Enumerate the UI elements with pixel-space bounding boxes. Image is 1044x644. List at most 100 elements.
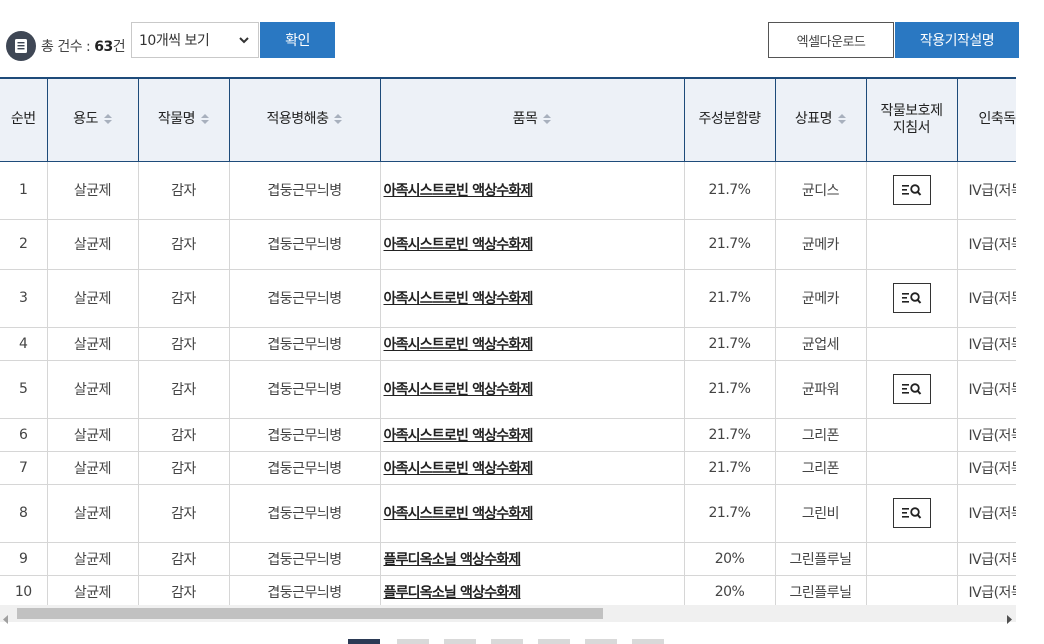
product-link[interactable]: 아족시스트로빈 액상수화제	[384, 506, 534, 522]
cell-usage: 살균제	[47, 418, 139, 452]
header-target[interactable]: 적용병해충	[229, 79, 381, 162]
header-crop-label: 작물명	[157, 111, 196, 128]
sort-icon[interactable]	[103, 113, 112, 125]
cell-target: 겹둥근무늬병	[229, 161, 381, 220]
guide-view-button[interactable]	[892, 175, 931, 205]
excel-download-button[interactable]: 엑셀다운로드	[768, 22, 894, 58]
sort-icon[interactable]	[838, 113, 847, 125]
pagination-item[interactable]	[632, 639, 664, 644]
header-no-label: 순번	[10, 111, 36, 128]
product-link[interactable]: 아족시스트로빈 액상수화제	[384, 237, 534, 253]
document-search-icon	[901, 382, 923, 396]
document-search-icon	[901, 506, 923, 520]
cell-grade: IV급(저독성)	[957, 484, 1016, 543]
header-grade: 인축독성	[957, 79, 1016, 162]
cell-no: 6	[0, 418, 48, 452]
confirm-button[interactable]: 확인	[260, 22, 335, 58]
pagination-item[interactable]	[585, 639, 617, 644]
table-row: 10살균제감자겹둥근무늬병플루디옥소닐 액상수화제 20%그린플루닐 IV급(저독성…	[0, 575, 1016, 607]
cell-usage: 살균제	[47, 327, 139, 361]
cell-guide	[866, 269, 958, 328]
cell-product: 아족시스트로빈 액상수화제	[380, 360, 685, 419]
header-brand[interactable]: 상표명	[775, 79, 867, 162]
cell-content: 21.7%	[684, 327, 776, 361]
cell-content: 21.7%	[684, 161, 776, 220]
sort-icon[interactable]	[201, 113, 210, 125]
cell-product: 아족시스트로빈 액상수화제	[380, 418, 685, 452]
cell-no: 10	[0, 575, 48, 607]
cell-target: 겹둥근무늬병	[229, 269, 381, 328]
cell-usage: 살균제	[47, 269, 139, 328]
cell-product: 아족시스트로빈 액상수화제	[380, 451, 685, 485]
guide-view-button[interactable]	[892, 374, 931, 404]
cell-guide	[866, 360, 958, 419]
pagination-item[interactable]	[397, 639, 429, 644]
cell-grade: IV급(저독성)	[957, 219, 1016, 270]
scrollbar-thumb[interactable]	[17, 608, 603, 619]
cell-grade: IV급(저독성)	[957, 161, 1016, 220]
guide-view-button[interactable]	[892, 283, 931, 313]
cell-brand: 균파워	[775, 360, 867, 419]
cell-content: 21.7%	[684, 219, 776, 270]
product-link[interactable]: 아족시스트로빈 액상수화제	[384, 337, 534, 353]
header-product[interactable]: 품목	[380, 79, 685, 162]
product-link[interactable]: 아족시스트로빈 액상수화제	[384, 428, 534, 444]
cell-grade: IV급(저독성)	[957, 542, 1016, 576]
cell-brand: 균업세	[775, 327, 867, 361]
header-guide-label: 작물보호제 지침서	[880, 102, 943, 136]
pagination-item[interactable]	[491, 639, 523, 644]
cell-brand: 그리폰	[775, 451, 867, 485]
header-content: 주성분함량	[684, 79, 776, 162]
cell-product: 플루디옥소닐 액상수화제	[380, 575, 685, 607]
total-count: 총 건수 : 63건	[41, 36, 126, 56]
scroll-left-arrow-icon[interactable]	[3, 609, 9, 628]
product-link[interactable]: 아족시스트로빈 액상수화제	[384, 382, 534, 398]
table-row: 8살균제감자겹둥근무늬병아족시스트로빈 액상수화제 21.7%그린비 IV급(저독성…	[0, 484, 1016, 543]
cell-guide	[866, 484, 958, 543]
cell-content: 21.7%	[684, 484, 776, 543]
total-count-label: 총 건수 :	[41, 39, 95, 55]
product-link[interactable]: 플루디옥소닐 액상수화제	[384, 585, 522, 601]
scroll-right-arrow-icon[interactable]	[1006, 609, 1012, 628]
mechanism-description-button[interactable]: 작용기작설명	[895, 22, 1019, 58]
cell-crop: 감자	[138, 360, 230, 419]
cell-target: 겹둥근무늬병	[229, 219, 381, 270]
sort-icon[interactable]	[543, 113, 552, 125]
table-row: 9살균제감자겹둥근무늬병플루디옥소닐 액상수화제 20%그린플루닐 IV급(저독성)	[0, 542, 1016, 576]
cell-product: 아족시스트로빈 액상수화제	[380, 484, 685, 543]
cell-crop: 감자	[138, 484, 230, 543]
cell-content: 20%	[684, 542, 776, 576]
cell-crop: 감자	[138, 327, 230, 361]
cell-grade: IV급(저독성)	[957, 327, 1016, 361]
cell-brand: 그린플루닐	[775, 542, 867, 576]
per-page-select[interactable]: 10개씩 보기	[131, 22, 259, 58]
cell-target: 겹둥근무늬병	[229, 484, 381, 543]
pagination-item[interactable]	[348, 639, 380, 644]
document-search-icon	[901, 291, 923, 305]
cell-guide	[866, 327, 958, 361]
cell-crop: 감자	[138, 451, 230, 485]
results-table-container: 순번 용도 작물명 적용병해충 품목 주성분함량 상표명 작물보호제 지침서 인…	[0, 77, 1016, 607]
product-link[interactable]: 아족시스트로빈 액상수화제	[384, 183, 534, 199]
cell-crop: 감자	[138, 269, 230, 328]
product-link[interactable]: 아족시스트로빈 액상수화제	[384, 461, 534, 477]
cell-usage: 살균제	[47, 161, 139, 220]
product-link[interactable]: 플루디옥소닐 액상수화제	[384, 552, 522, 568]
cell-content: 20%	[684, 575, 776, 607]
cell-target: 겹둥근무늬병	[229, 418, 381, 452]
cell-content: 21.7%	[684, 451, 776, 485]
guide-view-button[interactable]	[892, 498, 931, 528]
total-count-value: 63	[94, 39, 113, 55]
sort-icon[interactable]	[334, 113, 343, 125]
pagination-item[interactable]	[538, 639, 570, 644]
cell-no: 3	[0, 269, 48, 328]
header-crop[interactable]: 작물명	[138, 79, 230, 162]
header-usage[interactable]: 용도	[47, 79, 139, 162]
cell-target: 겹둥근무늬병	[229, 575, 381, 607]
horizontal-scrollbar[interactable]	[0, 605, 1016, 624]
table-header-row: 순번 용도 작물명 적용병해충 품목 주성분함량 상표명 작물보호제 지침서 인…	[0, 79, 1016, 162]
pagination-item[interactable]	[444, 639, 476, 644]
cell-product: 아족시스트로빈 액상수화제	[380, 269, 685, 328]
cell-usage: 살균제	[47, 360, 139, 419]
product-link[interactable]: 아족시스트로빈 액상수화제	[384, 291, 534, 307]
